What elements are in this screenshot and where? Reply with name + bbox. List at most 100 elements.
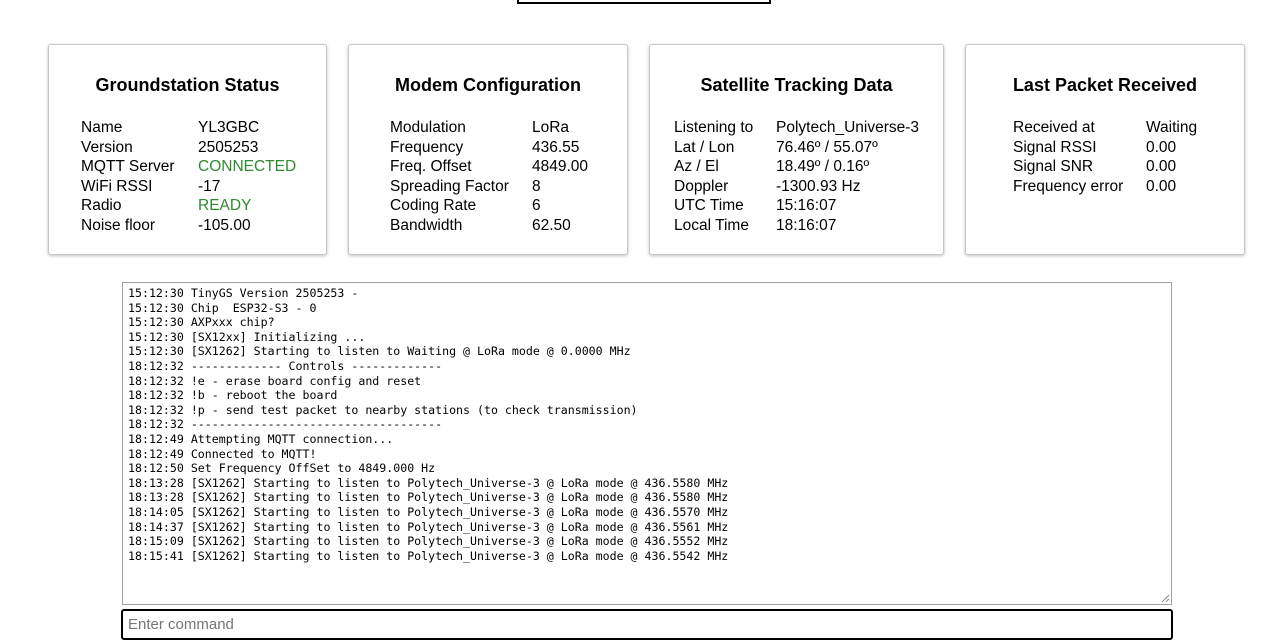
row-value: -1300.93 Hz [776,177,861,195]
row-label: MQTT Server [81,158,175,176]
modem-row-frequency: Frequency 436.55 [390,138,588,158]
console-line: 15:12:30 Chip ESP32-S3 - 0 [128,300,317,315]
satellite-tracking-title: Satellite Tracking Data [700,75,893,95]
status-row-radio: Radio READY [81,196,296,216]
row-label: Name [81,119,123,136]
satellite-row-lat-lon: Lat / Lon 76.46º / 55.07º [674,138,919,158]
modem-row-coding-rate: Coding Rate 6 [390,196,588,216]
row-value: 2505253 [198,138,259,156]
row-value: 4849.00 [532,158,589,176]
row-label: Frequency error [1013,177,1124,195]
row-label: Listening to [674,119,754,136]
status-row-name: Name YL3GBC [81,118,296,138]
row-value: 436.55 [532,138,580,156]
row-label: WiFi RSSI [81,177,153,195]
console-line: 18:14:37 [SX1262] Starting to listen to … [128,519,729,534]
console-line: 18:12:49 Connected to MQTT! [128,446,317,461]
packet-row-signal-rssi: Signal RSSI 0.00 [1013,138,1197,158]
satellite-row-listening: Listening to Polytech_Universe-3 [674,118,919,138]
row-label: Radio [81,197,122,215]
console-line: 18:15:41 [SX1262] Starting to listen to … [128,548,729,563]
row-value: 0.00 [1146,138,1177,156]
satellite-row-local-time: Local Time 18:16:07 [674,216,919,236]
row-label: Noise floor [81,216,156,234]
packet-row-received-at: Received at Waiting [1013,118,1197,138]
console-line: 15:12:30 [SX1262] Starting to listen to … [128,344,631,359]
console-line: 18:12:32 ------------- Controls --------… [128,358,443,373]
satellite-row-az-el: Az / El 18.49º / 0.16º [674,157,919,177]
modem-row-modulation: Modulation LoRa [390,118,588,138]
packet-row-frequency-error: Frequency error 0.00 [1013,177,1197,197]
status-row-wifi-rssi: WiFi RSSI -17 [81,177,296,197]
console-line: 18:13:28 [SX1262] Starting to listen to … [128,490,729,505]
groundstation-status-card: Groundstation Status Name YL3GBC Version… [48,44,327,255]
satellite-tracking-card: Satellite Tracking Data Listening to Pol… [649,44,944,255]
row-label: Frequency [390,138,464,156]
row-value: 0.00 [1146,158,1177,176]
satellite-row-doppler: Doppler -1300.93 Hz [674,177,919,197]
row-value: -17 [198,177,221,195]
last-packet-title: Last Packet Received [1012,75,1198,95]
mqtt-status-value: CONNECTED [198,158,297,176]
row-label: Version [81,138,133,156]
row-value: YL3GBC [198,119,260,136]
groundstation-status-title: Groundstation Status [95,75,280,95]
status-row-mqtt: MQTT Server CONNECTED [81,157,296,177]
console-line: 18:13:28 [SX1262] Starting to listen to … [128,475,729,490]
row-value: 0.00 [1146,177,1177,195]
row-value: Polytech_Universe-3 [776,119,920,136]
modem-row-freq-offset: Freq. Offset 4849.00 [390,157,588,177]
status-row-version: Version 2505253 [81,138,296,158]
console-log-text: 15:12:30 TinyGS Version 2505253 - 15:12:… [123,283,1171,563]
satellite-tracking-rows: Listening to Polytech_Universe-3 Lat / L… [674,118,919,236]
last-packet-card: Last Packet Received Received at Waiting… [965,44,1245,255]
console-log[interactable]: 15:12:30 TinyGS Version 2505253 - 15:12:… [122,282,1172,605]
row-label: Signal SNR [1013,158,1094,176]
radio-status-value: READY [198,197,252,215]
console-line: 18:12:32 !e - erase board config and res… [128,373,422,388]
modem-configuration-rows: Modulation LoRa Frequency 436.55 Freq. O… [390,118,588,236]
row-label: Coding Rate [390,197,477,215]
console-line: 18:12:49 Attempting MQTT connection... [128,431,394,446]
row-value: 18:16:07 [776,216,837,234]
console-line: 18:12:32 -------------------------------… [128,417,443,432]
row-value: -105.00 [198,216,251,234]
resize-grip-icon[interactable] [1161,594,1170,603]
console-line: 18:15:09 [SX1262] Starting to listen to … [128,534,729,549]
last-packet-rows: Received at Waiting Signal RSSI 0.00 Sig… [1013,118,1197,196]
status-cards: Groundstation Status Name YL3GBC Version… [0,0,1280,260]
console-line: 18:12:32 !p - send test packet to nearby… [128,402,638,417]
console-line: 18:12:50 Set Frequency OffSet to 4849.00… [128,461,436,476]
command-input[interactable] [121,609,1173,640]
packet-row-signal-snr: Signal SNR 0.00 [1013,157,1197,177]
row-label: Az / El [674,158,719,176]
console-line: 18:14:05 [SX1262] Starting to listen to … [128,504,729,519]
modem-configuration-title: Modem Configuration [395,75,581,95]
row-label: Bandwidth [390,216,463,234]
console-line: 15:12:30 [SX12xx] Initializing ... [128,329,366,344]
console-line: 15:12:30 TinyGS Version 2505253 - [128,286,359,300]
groundstation-status-rows: Name YL3GBC Version 2505253 MQTT Server … [81,118,296,236]
row-label: Received at [1013,119,1095,136]
row-label: Doppler [674,177,729,195]
satellite-row-utc-time: UTC Time 15:16:07 [674,196,919,216]
row-label: Signal RSSI [1013,138,1097,156]
row-label: Modulation [390,119,466,136]
row-label: Local Time [674,216,749,234]
row-value: 6 [532,197,541,215]
row-value: 76.46º / 55.07º [776,138,878,156]
row-label: UTC Time [674,197,744,215]
row-value: 8 [532,177,541,195]
row-label: Freq. Offset [390,158,472,176]
modem-row-bandwidth: Bandwidth 62.50 [390,216,588,236]
row-label: Lat / Lon [674,138,735,156]
row-value: 15:16:07 [776,197,837,215]
row-label: Spreading Factor [390,177,509,195]
console-line: 18:12:32 !b - reboot the board [128,388,338,403]
console-line: 15:12:30 AXPxxx chip? [128,315,275,330]
row-value: LoRa [532,119,570,136]
modem-row-spreading-factor: Spreading Factor 8 [390,177,588,197]
row-value: 18.49º / 0.16º [776,158,870,176]
status-row-noise-floor: Noise floor -105.00 [81,216,296,236]
row-value: Waiting [1146,119,1198,136]
